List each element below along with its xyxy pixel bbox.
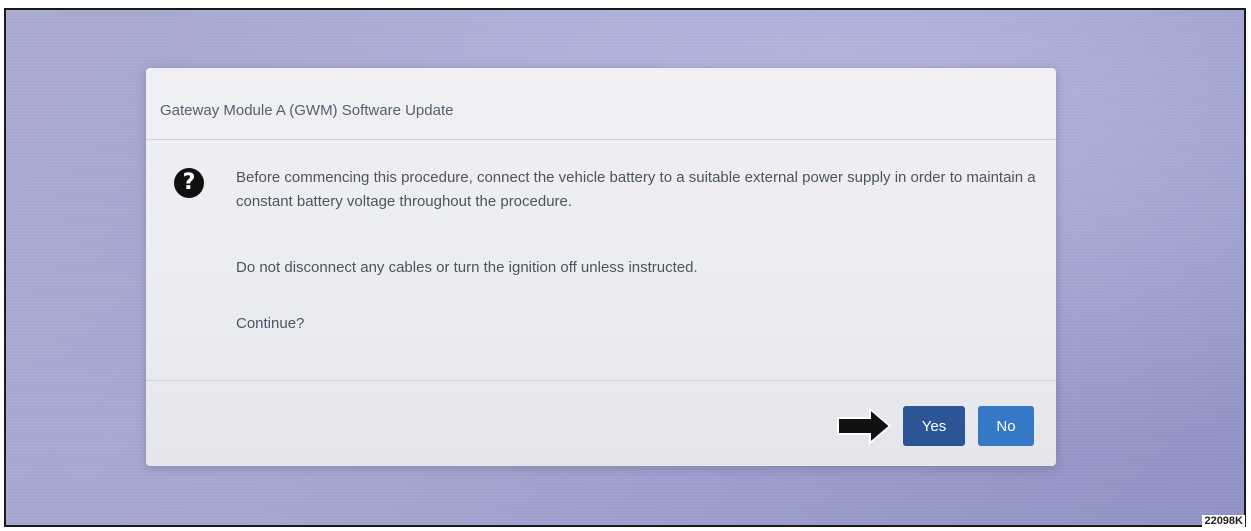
dialog-message-power-supply: Before commencing this procedure, connec… <box>236 169 1036 210</box>
yes-button[interactable]: Yes <box>903 406 965 446</box>
question-circle-icon: ? <box>174 168 204 198</box>
dialog-message-cables: Do not disconnect any cables or turn the… <box>236 259 698 276</box>
figure-reference-code: 22098K <box>1202 515 1245 527</box>
screen-photo-frame: Gateway Module A (GWM) Software Update ?… <box>4 8 1246 527</box>
dialog-message-continue: Continue? <box>236 315 305 332</box>
dialog-title: Gateway Module A (GWM) Software Update <box>160 102 454 119</box>
dialog-header: Gateway Module A (GWM) Software Update <box>146 68 1056 140</box>
pointer-arrow-icon <box>837 406 892 446</box>
software-update-dialog: Gateway Module A (GWM) Software Update ?… <box>146 68 1056 466</box>
no-button[interactable]: No <box>978 406 1034 446</box>
top-note-fragment <box>0 0 300 6</box>
